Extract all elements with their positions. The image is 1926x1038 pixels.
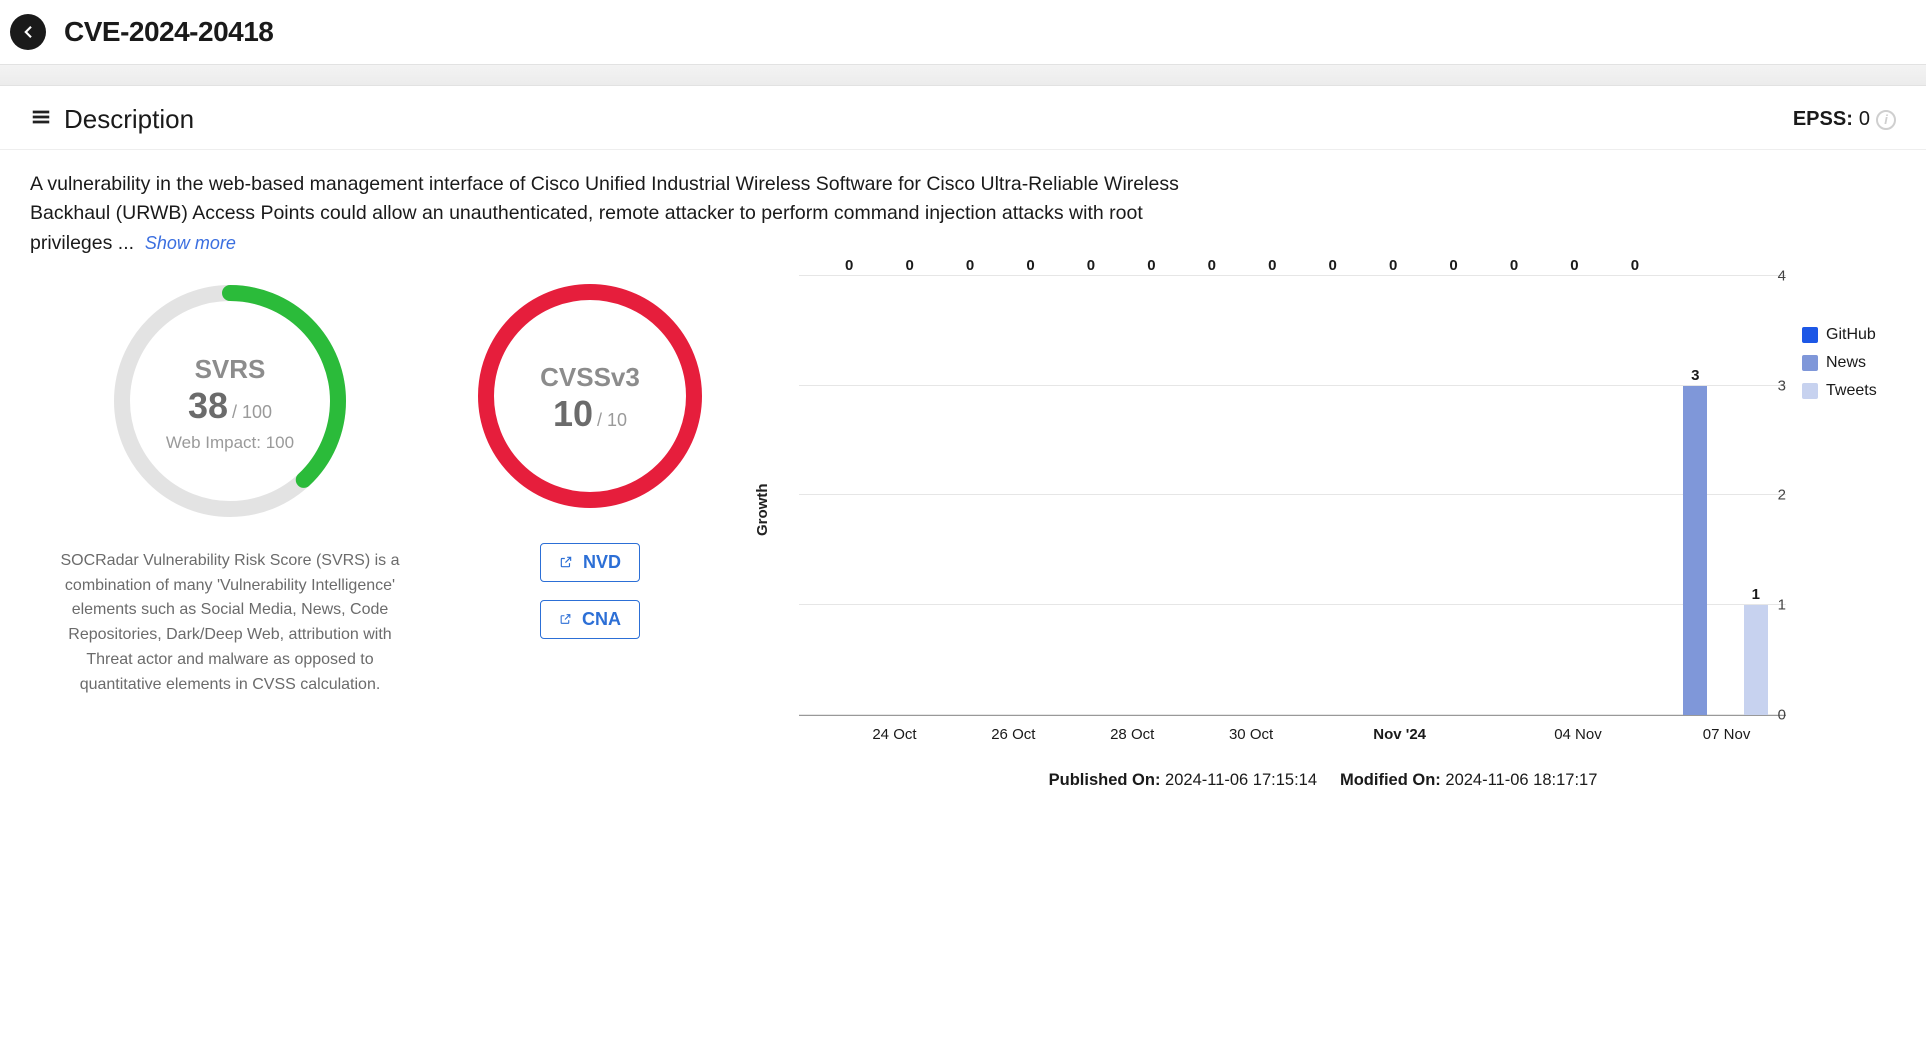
published-value: 2024-11-06 17:15:14: [1165, 771, 1317, 789]
x-tick: 26 Oct: [954, 726, 1073, 743]
svrs-web-impact: Web Impact: 100: [166, 433, 294, 453]
bar-slot: 0: [819, 276, 879, 715]
metrics-row: SVRS 38/ 100 Web Impact: 100 SOCRadar Vu…: [0, 266, 1926, 810]
description-text: A vulnerability in the web-based managem…: [0, 150, 1250, 266]
bar-slot: 0: [1061, 276, 1121, 715]
bar-value-label: 1: [1752, 586, 1760, 603]
epss-score: EPSS: 0 i: [1793, 108, 1896, 131]
chart-legend: GitHub News Tweets: [1786, 276, 1896, 743]
external-link-icon: [559, 553, 573, 571]
growth-chart-panel: Growth 012340000000000000031 24 Oct26 Oc…: [750, 276, 1896, 790]
legend-item[interactable]: News: [1802, 354, 1896, 372]
bar-value-label: 0: [1147, 257, 1155, 274]
bar-value-label: 0: [905, 257, 913, 274]
legend-label: News: [1826, 354, 1866, 372]
bar-slot: 0: [1363, 276, 1423, 715]
bar-slot: 0: [879, 276, 939, 715]
bar-slot: 3: [1665, 276, 1725, 715]
arrow-left-icon: [19, 23, 37, 41]
bar-slot: 0: [940, 276, 1000, 715]
chart-bar: [1744, 605, 1768, 715]
x-tick: 24 Oct: [835, 726, 954, 743]
published-label: Published On:: [1049, 771, 1161, 789]
cvss-score: 10: [553, 393, 593, 434]
bar-slot: 0: [1484, 276, 1544, 715]
legend-item[interactable]: GitHub: [1802, 326, 1896, 344]
back-button[interactable]: [10, 14, 46, 50]
bar-value-label: 0: [1389, 257, 1397, 274]
svrs-gauge: SVRS 38/ 100 Web Impact: 100: [105, 276, 355, 531]
bar-slot: 0: [1544, 276, 1604, 715]
nvd-label: NVD: [583, 552, 621, 573]
bar-slot: 0: [1000, 276, 1060, 715]
bar-value-label: 0: [1329, 257, 1337, 274]
legend-item[interactable]: Tweets: [1802, 382, 1896, 400]
divider-band: [0, 64, 1926, 86]
svrs-max: / 100: [232, 402, 272, 422]
bar-value-label: 3: [1691, 367, 1699, 384]
page-header: CVE-2024-20418: [0, 0, 1926, 64]
bar-slot: 0: [1423, 276, 1483, 715]
x-tick: 28 Oct: [1073, 726, 1192, 743]
chart-plot-area: 012340000000000000031: [799, 276, 1786, 716]
bar-value-label: 0: [1449, 257, 1457, 274]
bar-value-label: 0: [845, 257, 853, 274]
svrs-label: SVRS: [195, 354, 266, 385]
bar-value-label: 0: [1026, 257, 1034, 274]
publish-meta: Published On: 2024-11-06 17:15:14 Modifi…: [750, 771, 1896, 790]
bar-value-label: 0: [966, 257, 974, 274]
cvss-max: / 10: [597, 410, 627, 430]
show-more-link[interactable]: Show more: [145, 233, 236, 253]
bar-slot: 0: [1242, 276, 1302, 715]
bar-slot: 0: [1605, 276, 1665, 715]
bar-value-label: 0: [1268, 257, 1276, 274]
epss-value: 0: [1859, 108, 1870, 131]
legend-swatch: [1802, 383, 1818, 399]
x-tick: 30 Oct: [1192, 726, 1311, 743]
cna-label: CNA: [582, 609, 621, 630]
svrs-score: 38: [188, 385, 228, 426]
epss-label: EPSS:: [1793, 108, 1853, 131]
external-link-icon: [559, 610, 572, 628]
bar-slot: 0: [1182, 276, 1242, 715]
chart-x-axis: 24 Oct26 Oct28 Oct30 OctNov '2404 Nov07 …: [815, 726, 1786, 743]
chart-y-axis-label: Growth: [750, 276, 771, 743]
cvss-label: CVSSv3: [540, 362, 640, 393]
cve-id-title: CVE-2024-20418: [64, 16, 273, 48]
nvd-link-button[interactable]: NVD: [540, 543, 640, 582]
section-header: Description EPSS: 0 i: [0, 86, 1926, 150]
x-tick: 04 Nov: [1489, 726, 1667, 743]
bar-slot: 1: [1726, 276, 1786, 715]
cvss-panel: CVSSv3 10/ 10 NVD CNA: [450, 276, 730, 790]
legend-label: GitHub: [1826, 326, 1876, 344]
legend-swatch: [1802, 355, 1818, 371]
legend-label: Tweets: [1826, 382, 1877, 400]
cna-link-button[interactable]: CNA: [540, 600, 640, 639]
bar-value-label: 0: [1631, 257, 1639, 274]
modified-value: 2024-11-06 18:17:17: [1445, 771, 1597, 789]
cvss-gauge: CVSSv3 10/ 10: [470, 276, 710, 521]
bar-slot: 0: [1303, 276, 1363, 715]
svrs-panel: SVRS 38/ 100 Web Impact: 100 SOCRadar Vu…: [30, 276, 430, 790]
section-title: Description: [64, 104, 194, 135]
legend-swatch: [1802, 327, 1818, 343]
x-tick: Nov '24: [1311, 726, 1489, 743]
bar-value-label: 0: [1208, 257, 1216, 274]
bar-slot: 0: [1121, 276, 1181, 715]
bar-value-label: 0: [1510, 257, 1518, 274]
bar-value-label: 0: [1570, 257, 1578, 274]
modified-label: Modified On:: [1340, 771, 1441, 789]
list-icon: [30, 106, 52, 133]
svrs-note: SOCRadar Vulnerability Risk Score (SVRS)…: [45, 549, 415, 698]
bar-value-label: 0: [1087, 257, 1095, 274]
info-icon[interactable]: i: [1876, 110, 1896, 130]
x-tick: 07 Nov: [1667, 726, 1786, 743]
chart-bar: [1683, 386, 1707, 715]
